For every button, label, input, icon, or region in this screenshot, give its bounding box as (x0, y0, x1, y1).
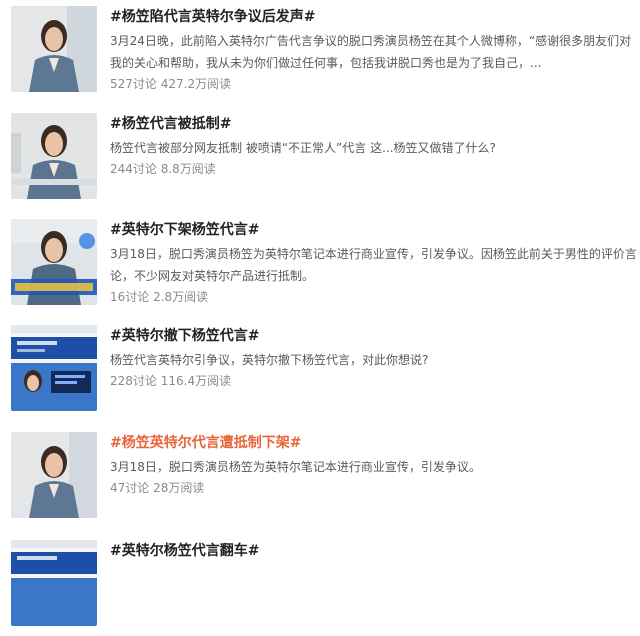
person-photo-icon (11, 6, 97, 92)
webpage-screenshot-icon (11, 540, 97, 626)
topic-stats: 16讨论 2.8万阅读 (110, 290, 209, 304)
topic-thumbnail[interactable] (11, 540, 97, 626)
topic-item[interactable]: #杨笠陷代言英特尔争议后发声# 3月24日晚，此前陷入英特尔广告代言争议的脱口秀… (0, 6, 640, 102)
person-photo-icon (11, 432, 97, 518)
topic-title[interactable]: #英特尔下架杨笠代言# (110, 221, 638, 239)
topic-item[interactable]: #英特尔杨笠代言翻车# (0, 540, 640, 636)
topic-stats: 527讨论 427.2万阅读 (110, 77, 232, 91)
topic-body: #杨笠陷代言英特尔争议后发声# 3月24日晚，此前陷入英特尔广告代言争议的脱口秀… (110, 6, 638, 93)
topic-stats: 47讨论 28万阅读 (110, 481, 205, 495)
topic-description: 杨笠代言被部分网友抵制 被喷请“不正常人”代言 这...杨笠又做错了什么? (110, 141, 496, 155)
topic-thumbnail[interactable] (11, 113, 97, 199)
topic-description: 3月18日，脱口秀演员杨笠为英特尔笔记本进行商业宣传，引发争议。因杨笠此前关于男… (110, 247, 637, 283)
topic-body: #杨笠代言被抵制# 杨笠代言被部分网友抵制 被喷请“不正常人”代言 这...杨笠… (110, 113, 638, 178)
topic-stats: 244讨论 8.8万阅读 (110, 162, 216, 176)
topic-thumbnail[interactable] (11, 325, 97, 411)
topic-body: #英特尔撤下杨笠代言# 杨笠代言英特尔引争议，英特尔撤下杨笠代言，对此你想说? … (110, 325, 638, 390)
topic-body: #杨笠英特尔代言遭抵制下架# 3月18日，脱口秀演员杨笠为英特尔笔记本进行商业宣… (110, 432, 638, 497)
topic-body: #英特尔杨笠代言翻车# (110, 540, 638, 560)
topic-title[interactable]: #英特尔杨笠代言翻车# (110, 542, 638, 560)
topic-thumbnail[interactable] (11, 432, 97, 518)
topic-stats: 228讨论 116.4万阅读 (110, 374, 232, 388)
topic-item[interactable]: #英特尔撤下杨笠代言# 杨笠代言英特尔引争议，英特尔撤下杨笠代言，对此你想说? … (0, 325, 640, 421)
topic-description: 杨笠代言英特尔引争议，英特尔撤下杨笠代言，对此你想说? (110, 353, 429, 367)
topic-title[interactable]: #杨笠代言被抵制# (110, 115, 638, 133)
person-photo-icon (11, 113, 97, 199)
topic-item[interactable]: #杨笠代言被抵制# 杨笠代言被部分网友抵制 被喷请“不正常人”代言 这...杨笠… (0, 113, 640, 209)
webpage-screenshot-icon (11, 325, 97, 411)
topic-thumbnail[interactable] (11, 219, 97, 305)
video-still-icon (11, 219, 97, 305)
topic-description: 3月18日，脱口秀演员杨笠为英特尔笔记本进行商业宣传，引发争议。 (110, 460, 481, 474)
topic-description: 3月24日晚，此前陷入英特尔广告代言争议的脱口秀演员杨笠在其个人微博称，“感谢很… (110, 34, 632, 70)
topic-thumbnail[interactable] (11, 6, 97, 92)
topic-title[interactable]: #英特尔撤下杨笠代言# (110, 327, 638, 345)
topic-item[interactable]: #杨笠英特尔代言遭抵制下架# 3月18日，脱口秀演员杨笠为英特尔笔记本进行商业宣… (0, 432, 640, 528)
topic-body: #英特尔下架杨笠代言# 3月18日，脱口秀演员杨笠为英特尔笔记本进行商业宣传，引… (110, 219, 638, 306)
topic-title[interactable]: #杨笠英特尔代言遭抵制下架# (110, 434, 638, 452)
topic-title[interactable]: #杨笠陷代言英特尔争议后发声# (110, 8, 638, 26)
topic-item[interactable]: #英特尔下架杨笠代言# 3月18日，脱口秀演员杨笠为英特尔笔记本进行商业宣传，引… (0, 219, 640, 315)
